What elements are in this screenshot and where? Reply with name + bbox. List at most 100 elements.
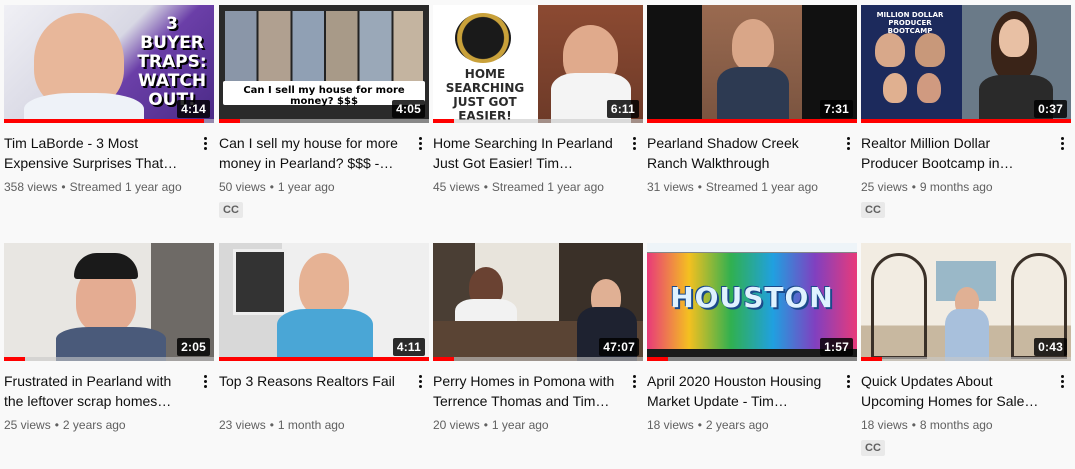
video-title[interactable]: Top 3 Reasons Realtors Fail [219,371,403,411]
video-stats: 23 views • 1 month ago [219,418,429,432]
video-title[interactable]: Perry Homes in Pomona with Terrence Thom… [433,371,617,411]
video-title[interactable]: Quick Updates About Upcoming Homes for S… [861,371,1045,411]
video-stats: 25 views • 9 months ago [861,180,1071,194]
video-thumbnail[interactable]: HOME SEARCHING JUST GOT EASIER! 6:11 [433,5,643,123]
video-thumbnail[interactable]: 7:31 [647,5,857,123]
closed-captions-badge: CC [861,440,885,456]
video-stats: 18 views • 8 months ago [861,418,1071,432]
video-card[interactable]: 47:07 Perry Homes in Pomona with Terrenc… [433,243,643,432]
video-card[interactable]: MILLION DOLLAR PRODUCER BOOTCAMP 0:37 Re… [861,5,1071,218]
separator: • [911,418,916,432]
upload-age: 1 month ago [277,418,345,432]
thumbnail-overlay-text: HOUSTON [670,281,834,314]
duration-badge: 4:05 [392,100,425,118]
upload-age: 9 months ago [919,180,993,194]
more-actions-icon[interactable] [843,373,853,391]
video-title[interactable]: Tim LaBorde - 3 Most Expensive Surprises… [4,133,188,173]
video-stats: 18 views • 2 years ago [647,418,857,432]
closed-captions-badge: CC [219,202,243,218]
separator: • [61,180,66,194]
separator: • [483,180,488,194]
video-card[interactable]: HOME SEARCHING JUST GOT EASIER! 6:11 Hom… [433,5,643,194]
separator: • [697,418,702,432]
video-grid: 3 BUYER TRAPS: WATCH OUT! 4:14 Tim LaBor… [0,0,1075,469]
duration-badge: 0:37 [1034,100,1067,118]
view-count: 358 views [4,180,58,194]
more-actions-icon[interactable] [1057,373,1067,391]
video-title[interactable]: Can I sell my house for more money in Pe… [219,133,403,173]
thumbnail-overlay-text: HOME SEARCHING JUST GOT EASIER! [445,67,525,123]
view-count: 20 views [433,418,480,432]
upload-age: 1 year ago [277,180,335,194]
duration-badge: 47:07 [599,338,639,356]
separator: • [483,418,488,432]
video-thumbnail[interactable]: Can I sell my house for more money? $$$ … [219,5,429,123]
view-count: 45 views [433,180,480,194]
video-thumbnail[interactable]: 2:05 [4,243,214,361]
more-actions-icon[interactable] [200,135,210,153]
duration-badge: 1:57 [820,338,853,356]
video-title[interactable]: April 2020 Houston Housing Market Update… [647,371,831,411]
duration-badge: 0:43 [1034,338,1067,356]
upload-age: 1 year ago [491,418,549,432]
duration-badge: 2:05 [177,338,210,356]
thumbnail-overlay-text: MILLION DOLLAR PRODUCER BOOTCAMP [876,11,944,35]
closed-captions-badge: CC [861,202,885,218]
video-thumbnail[interactable]: 4:11 [219,243,429,361]
video-card[interactable]: HOUSTON 1:57 April 2020 Houston Housing … [647,243,857,432]
video-stats: 20 views • 1 year ago [433,418,643,432]
separator: • [269,418,274,432]
view-count: 25 views [861,180,908,194]
video-card[interactable]: 7:31 Pearland Shadow Creek Ranch Walkthr… [647,5,857,194]
video-title[interactable]: Home Searching In Pearland Just Got Easi… [433,133,617,173]
view-count: 50 views [219,180,266,194]
video-stats: 50 views • 1 year ago [219,180,429,194]
duration-badge: 4:11 [392,338,425,356]
upload-age: 2 years ago [705,418,769,432]
thumbnail-overlay-text: 3 BUYER TRAPS: WATCH OUT! [137,14,207,110]
video-card[interactable]: 0:43 Quick Updates About Upcoming Homes … [861,243,1071,456]
duration-badge: 7:31 [820,100,853,118]
video-stats: 358 views • Streamed 1 year ago [4,180,214,194]
view-count: 25 views [4,418,51,432]
guarantee-seal-icon [455,13,511,63]
view-count: 31 views [647,180,694,194]
more-actions-icon[interactable] [1057,135,1067,153]
video-stats: 45 views • Streamed 1 year ago [433,180,643,194]
view-count: 23 views [219,418,266,432]
video-stats: 25 views • 2 years ago [4,418,214,432]
video-thumbnail[interactable]: 0:43 [861,243,1071,361]
video-title[interactable]: Pearland Shadow Creek Ranch Walkthrough [647,133,831,173]
upload-age: 2 years ago [62,418,126,432]
video-title[interactable]: Frustrated in Pearland with the leftover… [4,371,188,411]
duration-badge: 4:14 [177,100,210,118]
video-card[interactable]: 2:05 Frustrated in Pearland with the lef… [4,243,214,432]
more-actions-icon[interactable] [629,135,639,153]
video-card[interactable]: 4:11 Top 3 Reasons Realtors Fail 23 view… [219,243,429,432]
upload-age: Streamed 1 year ago [69,180,182,194]
more-actions-icon[interactable] [415,135,425,153]
separator: • [54,418,59,432]
video-thumbnail[interactable]: 47:07 [433,243,643,361]
video-card[interactable]: Can I sell my house for more money? $$$ … [219,5,429,218]
view-count: 18 views [861,418,908,432]
video-thumbnail[interactable]: HOUSTON 1:57 [647,243,857,361]
more-actions-icon[interactable] [629,373,639,391]
cap-icon [74,253,138,279]
more-actions-icon[interactable] [415,373,425,391]
more-actions-icon[interactable] [843,135,853,153]
separator: • [269,180,274,194]
video-thumbnail[interactable]: 3 BUYER TRAPS: WATCH OUT! 4:14 [4,5,214,123]
more-actions-icon[interactable] [200,373,210,391]
upload-age: Streamed 1 year ago [491,180,604,194]
separator: • [911,180,916,194]
upload-age: 8 months ago [919,418,993,432]
duration-badge: 6:11 [606,100,639,118]
separator: • [697,180,702,194]
video-thumbnail[interactable]: MILLION DOLLAR PRODUCER BOOTCAMP 0:37 [861,5,1071,123]
upload-age: Streamed 1 year ago [705,180,818,194]
view-count: 18 views [647,418,694,432]
video-title[interactable]: Realtor Million Dollar Producer Bootcamp… [861,133,1045,173]
video-stats: 31 views • Streamed 1 year ago [647,180,857,194]
video-card[interactable]: 3 BUYER TRAPS: WATCH OUT! 4:14 Tim LaBor… [4,5,214,194]
